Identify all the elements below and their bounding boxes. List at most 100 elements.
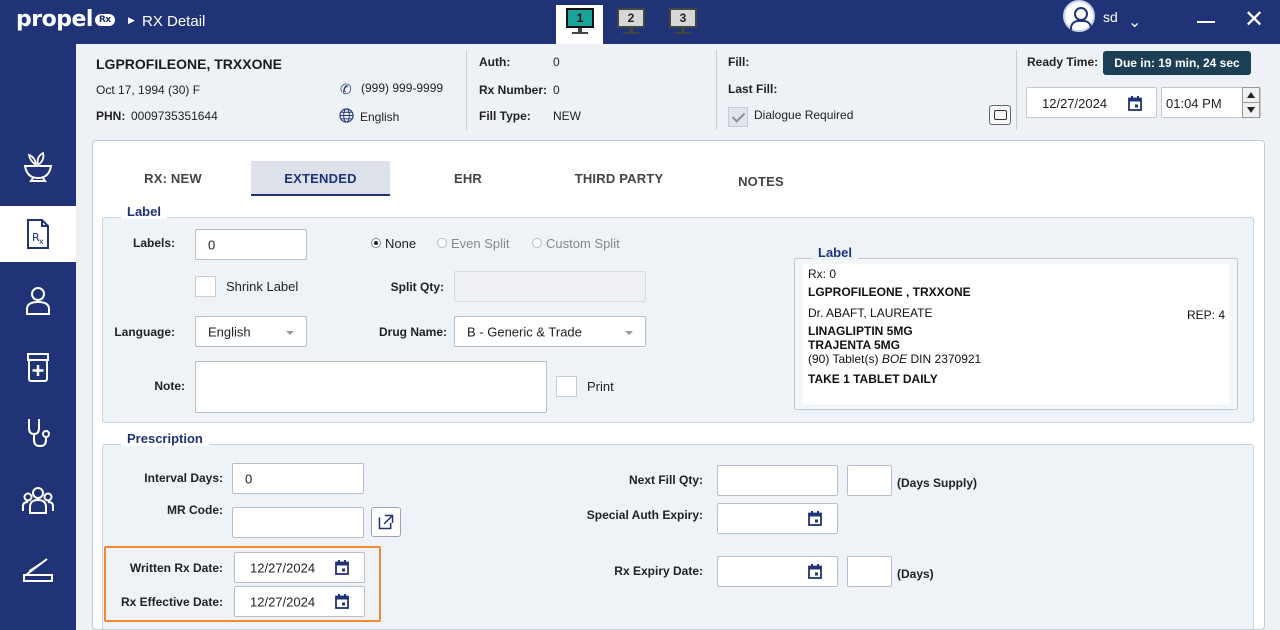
days-label: (Days) — [897, 567, 934, 581]
split-none-radio[interactable] — [371, 238, 381, 248]
sidebar-item-scanner[interactable] — [0, 540, 76, 596]
even-split-label: Even Split — [451, 236, 510, 251]
custom-split-label: Custom Split — [546, 236, 620, 251]
shrink-label-checkbox[interactable] — [195, 276, 216, 297]
spin-up-icon — [1247, 92, 1255, 98]
mr-code-lookup-button[interactable] — [371, 507, 401, 537]
preview-rep: REP: 4 — [1187, 308, 1226, 322]
time-spinner[interactable] — [1242, 87, 1260, 118]
people-group-icon — [22, 487, 54, 514]
mortar-pestle-icon — [23, 151, 53, 182]
sidebar-item-rx[interactable]: Rx — [0, 206, 76, 262]
next-fill-qty-input[interactable] — [717, 465, 838, 496]
sidebar-item-pharmacy[interactable] — [0, 138, 76, 194]
expiry-days-input[interactable] — [847, 556, 892, 587]
drug-name-select[interactable]: B - Generic & Trade — [454, 316, 646, 347]
patient-language: English — [360, 110, 400, 124]
days-supply-input[interactable] — [847, 465, 892, 496]
tab-rx-new[interactable]: RX: NEW — [118, 161, 228, 196]
calendar-icon[interactable] — [808, 564, 822, 579]
mr-code-label: MR Code: — [167, 503, 223, 517]
rx-document-icon: Rx — [27, 219, 49, 249]
minimize-icon[interactable] — [1197, 21, 1215, 23]
chat-icon[interactable] — [989, 105, 1011, 125]
print-label: Print — [587, 379, 614, 394]
prescription-group-title: Prescription — [121, 431, 209, 446]
shrink-label-text: Shrink Label — [226, 279, 299, 294]
pill-bottle-icon — [27, 353, 49, 382]
rx-expiry-date-field[interactable] — [717, 556, 838, 587]
sidebar-item-group[interactable] — [0, 472, 76, 528]
dialogue-required-label: Dialogue Required — [754, 108, 854, 122]
split-none-label: None — [385, 236, 417, 251]
calendar-icon[interactable] — [808, 511, 822, 526]
interval-days-input[interactable]: 0 — [232, 463, 364, 494]
fill-label: Fill: — [728, 55, 750, 69]
top-bar: propel Rx ▶ RX Detail 1 2 3 sd ⌄ ✕ — [0, 0, 1280, 44]
user-name[interactable]: sd — [1103, 9, 1118, 25]
preview-doctor: Dr. ABAFT, LAUREATE — [808, 306, 933, 320]
labels-input[interactable]: 0 — [195, 229, 307, 260]
drug-name-label: Drug Name: — [378, 325, 447, 339]
globe-icon — [339, 108, 354, 123]
note-label: Note: — [154, 379, 185, 393]
breadcrumb: RX Detail — [142, 13, 206, 30]
language-label: Language: — [114, 325, 175, 339]
user-avatar-icon[interactable] — [1063, 0, 1095, 32]
stethoscope-icon — [28, 419, 50, 448]
tab-third-party[interactable]: THIRD PARTY — [563, 161, 675, 196]
scanner-icon — [23, 558, 53, 582]
tab-extended[interactable]: EXTENDED — [251, 161, 390, 196]
monitor-icon: 1 — [566, 8, 594, 28]
next-fill-qty-label: Next Fill Qty: — [628, 473, 703, 487]
monitor-icon: 3 — [669, 8, 697, 28]
dialogue-required-checkbox[interactable] — [728, 107, 748, 127]
custom-split-radio[interactable] — [532, 238, 542, 248]
sidebar: Rx — [0, 44, 76, 630]
chevron-down-icon[interactable]: ⌄ — [1128, 12, 1141, 32]
ready-time-label: Ready Time: — [1027, 55, 1099, 69]
preview-drug-trade: TRAJENTA 5MG — [808, 338, 901, 352]
svg-text:x: x — [39, 237, 44, 246]
sidebar-item-patient[interactable] — [0, 272, 76, 328]
even-split-radio[interactable] — [437, 238, 447, 248]
label-group-title: Label — [121, 204, 167, 219]
special-auth-expiry-label: Special Auth Expiry: — [586, 508, 703, 522]
ready-date-field[interactable]: 12/27/2024 — [1026, 87, 1157, 118]
calendar-icon[interactable] — [1128, 96, 1142, 111]
divider — [1016, 50, 1017, 130]
labels-label: Labels: — [132, 236, 175, 250]
divider — [716, 50, 717, 130]
workspace-tab-3[interactable]: 3 — [666, 7, 700, 35]
mr-code-input[interactable] — [232, 507, 364, 538]
days-supply-label: (Days Supply) — [897, 476, 978, 490]
interval-days-label: Interval Days: — [144, 471, 223, 485]
patient-phone: (999) 999-9999 — [361, 81, 444, 95]
close-icon[interactable]: ✕ — [1244, 8, 1264, 32]
patient-name[interactable]: LGPROFILEONE, TRXXONE — [96, 56, 282, 72]
tab-notes[interactable]: NOTES — [721, 164, 801, 199]
split-qty-input[interactable] — [454, 271, 646, 302]
fill-type-label: Fill Type: — [479, 109, 531, 123]
external-link-icon — [378, 514, 394, 530]
sidebar-item-prescriber[interactable] — [0, 405, 76, 461]
workspace-tab-1[interactable]: 1 — [563, 7, 597, 35]
chevron-down-icon — [286, 330, 294, 335]
language-select[interactable]: English — [195, 316, 307, 347]
note-textarea[interactable] — [195, 361, 547, 413]
print-checkbox[interactable] — [556, 376, 577, 397]
sidebar-item-medication[interactable] — [0, 339, 76, 395]
auth-label: Auth: — [479, 55, 511, 69]
special-auth-expiry-field[interactable] — [717, 503, 838, 534]
app-logo: propel Rx — [16, 7, 115, 32]
label-preview: Rx: 0 LGPROFILEONE , TRXXONE Dr. ABAFT, … — [794, 258, 1238, 410]
rx-expiry-date-label: Rx Expiry Date: — [614, 564, 703, 578]
phn-value: 0009735351644 — [131, 109, 218, 123]
monitor-icon: 2 — [617, 8, 645, 28]
tab-ehr[interactable]: EHR — [423, 161, 513, 196]
workspace-tab-2[interactable]: 2 — [614, 7, 648, 35]
due-badge: Due in: 19 min, 24 sec — [1103, 51, 1251, 75]
divider — [466, 50, 467, 130]
patient-dob: Oct 17, 1994 (30) F — [96, 83, 201, 97]
phone-icon: ✆ — [340, 81, 352, 97]
